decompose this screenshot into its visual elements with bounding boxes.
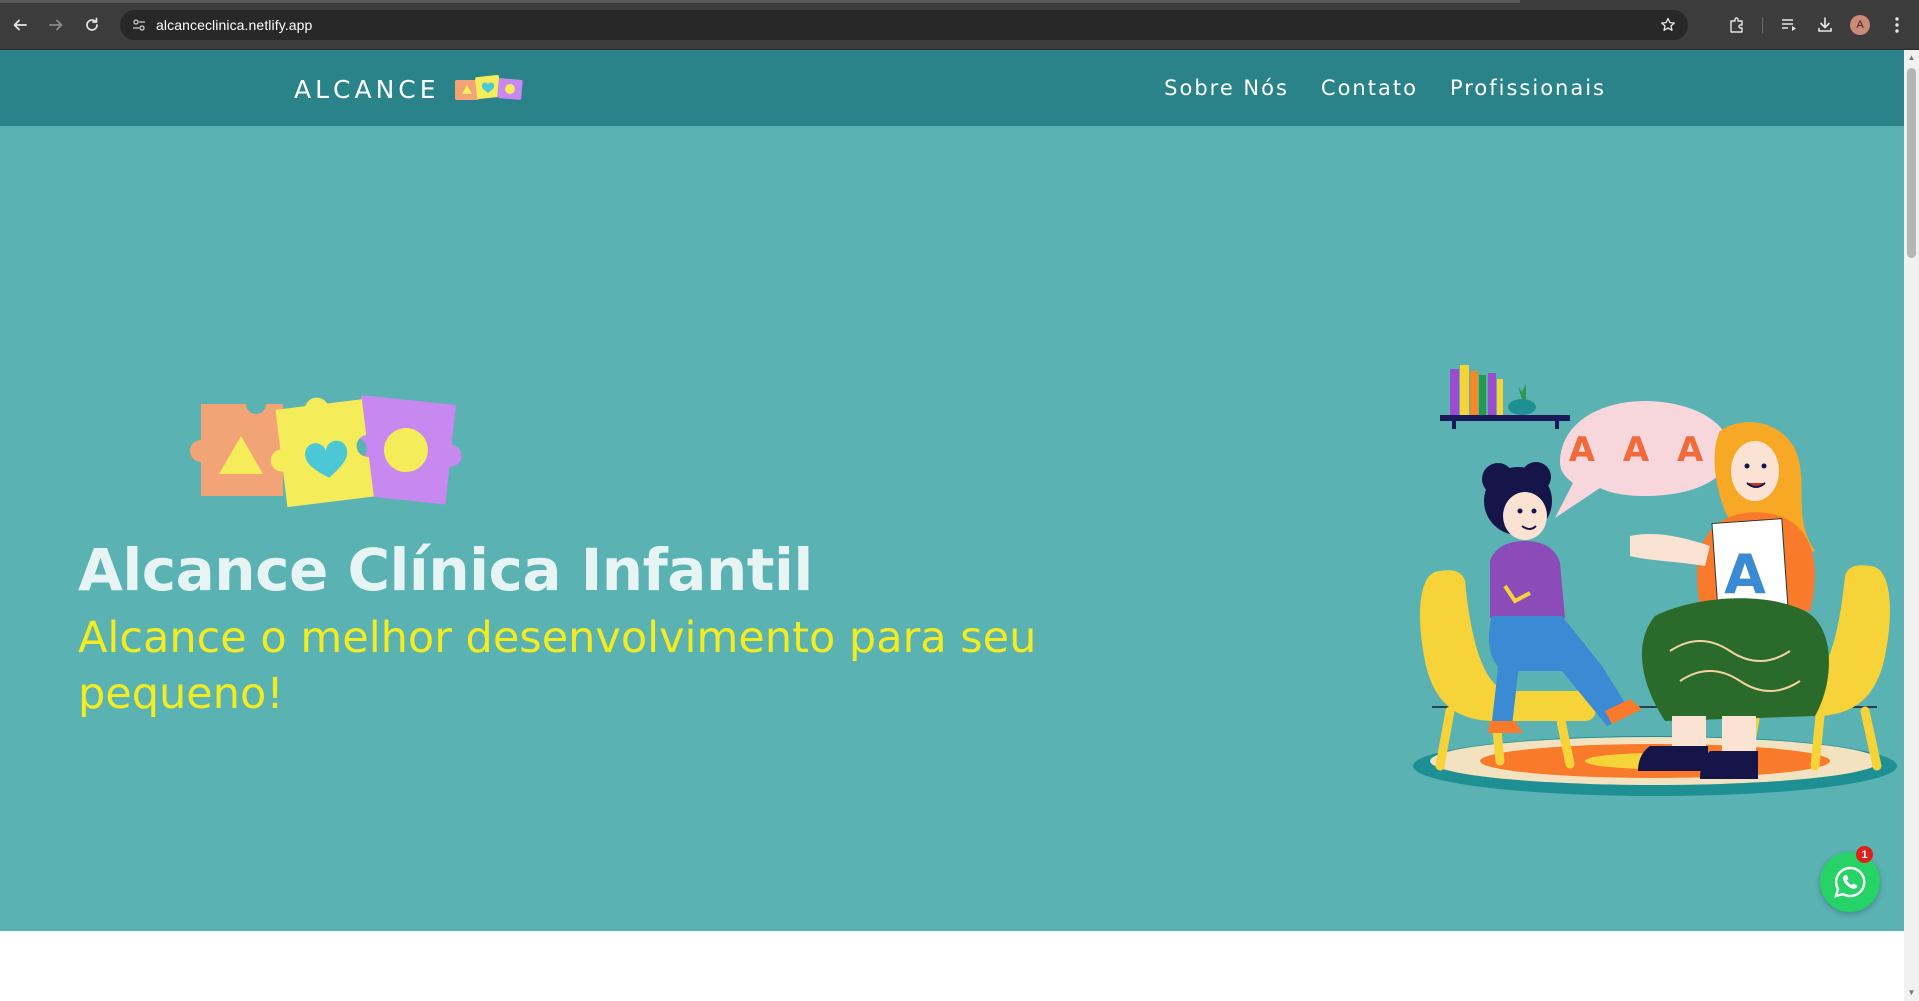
arrow-left-icon [13, 19, 27, 31]
hero-subtitle: Alcance o melhor desenvolvimento para se… [78, 613, 1037, 719]
extensions-icon[interactable] [1726, 14, 1748, 36]
forward-button[interactable] [44, 13, 68, 37]
scrollbar-thumb[interactable] [1907, 68, 1916, 258]
whatsapp-icon [1834, 866, 1866, 898]
bookshelf [1440, 365, 1570, 429]
url-text[interactable]: alcanceclinica.netlify.app [156, 17, 312, 33]
hero-title: Alcance Clínica Infantil [78, 536, 813, 604]
nav-link-profissionais[interactable]: Profissionais [1450, 76, 1606, 100]
nav-link-sobre-nos[interactable]: Sobre Nós [1164, 76, 1289, 100]
speech-bubble: A A A [1555, 401, 1730, 518]
speech-bubble-text: A A A [1569, 430, 1712, 470]
whatsapp-button[interactable] [1820, 852, 1880, 912]
page-scrollbar[interactable]: ▲ ▼ [1904, 50, 1919, 1001]
tab-strip-edge [0, 0, 1520, 3]
arrow-right-icon [49, 19, 63, 31]
page-viewport: ALCANCE Sobre Nós Contato Profissionais [0, 50, 1904, 1001]
profile-avatar[interactable]: A [1850, 15, 1870, 35]
address-bar[interactable]: alcanceclinica.netlify.app [120, 10, 1688, 40]
menu-kebab-icon[interactable] [1886, 14, 1908, 36]
puzzle-pieces-image [190, 395, 462, 508]
back-button[interactable] [8, 13, 32, 37]
media-queue-icon[interactable] [1778, 14, 1800, 36]
nav-link-contato[interactable]: Contato [1321, 76, 1418, 100]
notification-badge: 1 [1856, 846, 1873, 863]
therapy-illustration: A A A A [1413, 365, 1897, 796]
scroll-up-icon[interactable]: ▲ [1907, 53, 1916, 63]
reload-button[interactable] [80, 13, 104, 37]
card-letter: A [1724, 543, 1766, 606]
bookmark-star-icon[interactable] [1658, 15, 1678, 35]
brand-name[interactable]: ALCANCE [294, 75, 440, 104]
site-info-icon[interactable] [130, 16, 148, 34]
main-nav: Sobre Nós Contato Profissionais [1164, 76, 1606, 100]
toolbar-divider [1762, 17, 1763, 33]
puzzle-logo-icon [455, 75, 523, 100]
reload-icon [86, 17, 98, 31]
downloads-icon[interactable] [1814, 14, 1836, 36]
hero-section: Alcance Clínica Infantil Alcance o melho… [0, 126, 1904, 931]
scroll-down-icon[interactable]: ▼ [1907, 988, 1916, 998]
site-header: ALCANCE Sobre Nós Contato Profissionais [0, 50, 1904, 126]
browser-toolbar: alcanceclinica.netlify.app A [0, 0, 1919, 50]
